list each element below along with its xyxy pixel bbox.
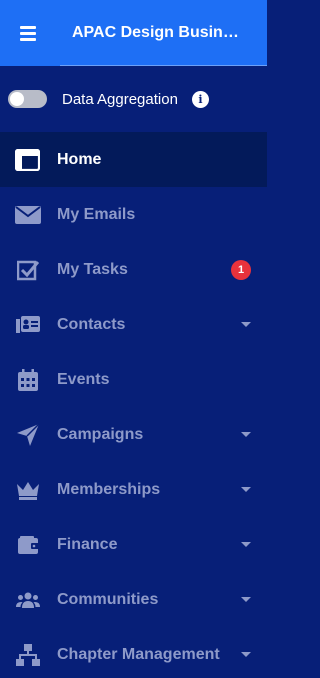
nav-item-my-emails[interactable]: My Emails bbox=[0, 187, 267, 242]
hamburger-icon bbox=[20, 26, 36, 41]
nav-item-events[interactable]: Events bbox=[0, 352, 267, 407]
nav-label: Finance bbox=[57, 535, 118, 553]
chevron-down-icon[interactable] bbox=[241, 487, 251, 492]
menu-button[interactable] bbox=[0, 0, 56, 66]
nav-label: Home bbox=[57, 150, 102, 168]
tasks-count-badge: 1 bbox=[231, 260, 251, 280]
nav-item-finance[interactable]: Finance bbox=[0, 517, 267, 572]
chevron-down-icon[interactable] bbox=[241, 322, 251, 327]
header-divider bbox=[60, 65, 267, 66]
crown-icon bbox=[14, 478, 41, 502]
info-icon[interactable]: i bbox=[191, 90, 209, 108]
nav-item-my-tasks[interactable]: My Tasks 1 bbox=[0, 242, 267, 297]
nav-label: Events bbox=[57, 370, 110, 388]
nav-label: Campaigns bbox=[57, 425, 144, 443]
sidebar-nav: Home My Emails My Tasks 1 Contacts Event… bbox=[0, 132, 267, 678]
nav-label: Memberships bbox=[57, 480, 161, 498]
nav-label: My Tasks bbox=[57, 260, 128, 278]
toggle-knob bbox=[10, 92, 24, 106]
layout-icon bbox=[14, 148, 41, 172]
nav-label: My Emails bbox=[57, 205, 136, 223]
data-aggregation-toggle[interactable] bbox=[8, 90, 47, 108]
sitemap-icon bbox=[14, 643, 41, 667]
app-header: APAC Design Business bbox=[0, 0, 267, 66]
wallet-icon bbox=[14, 533, 41, 557]
chevron-down-icon[interactable] bbox=[241, 652, 251, 657]
nav-item-memberships[interactable]: Memberships bbox=[0, 462, 267, 517]
paper-plane-icon bbox=[14, 423, 41, 447]
envelope-icon bbox=[14, 203, 41, 227]
chevron-down-icon[interactable] bbox=[241, 542, 251, 547]
nav-label: Contacts bbox=[57, 315, 126, 333]
checklist-icon bbox=[14, 258, 41, 282]
data-aggregation-label: Data Aggregation bbox=[62, 90, 178, 108]
data-aggregation-row: Data Aggregation i bbox=[0, 66, 267, 132]
nav-item-communities[interactable]: Communities bbox=[0, 572, 267, 627]
contact-card-icon bbox=[14, 313, 41, 337]
chevron-down-icon[interactable] bbox=[241, 597, 251, 602]
calendar-icon bbox=[14, 368, 41, 392]
users-icon bbox=[14, 588, 41, 612]
nav-label: Communities bbox=[57, 590, 159, 608]
nav-label: Chapter Management bbox=[57, 645, 220, 663]
nav-item-chapter-management[interactable]: Chapter Management bbox=[0, 627, 267, 678]
organization-title: APAC Design Business bbox=[72, 24, 244, 41]
nav-item-home[interactable]: Home bbox=[0, 132, 267, 187]
chevron-down-icon[interactable] bbox=[241, 432, 251, 437]
nav-item-campaigns[interactable]: Campaigns bbox=[0, 407, 267, 462]
nav-item-contacts[interactable]: Contacts bbox=[0, 297, 267, 352]
